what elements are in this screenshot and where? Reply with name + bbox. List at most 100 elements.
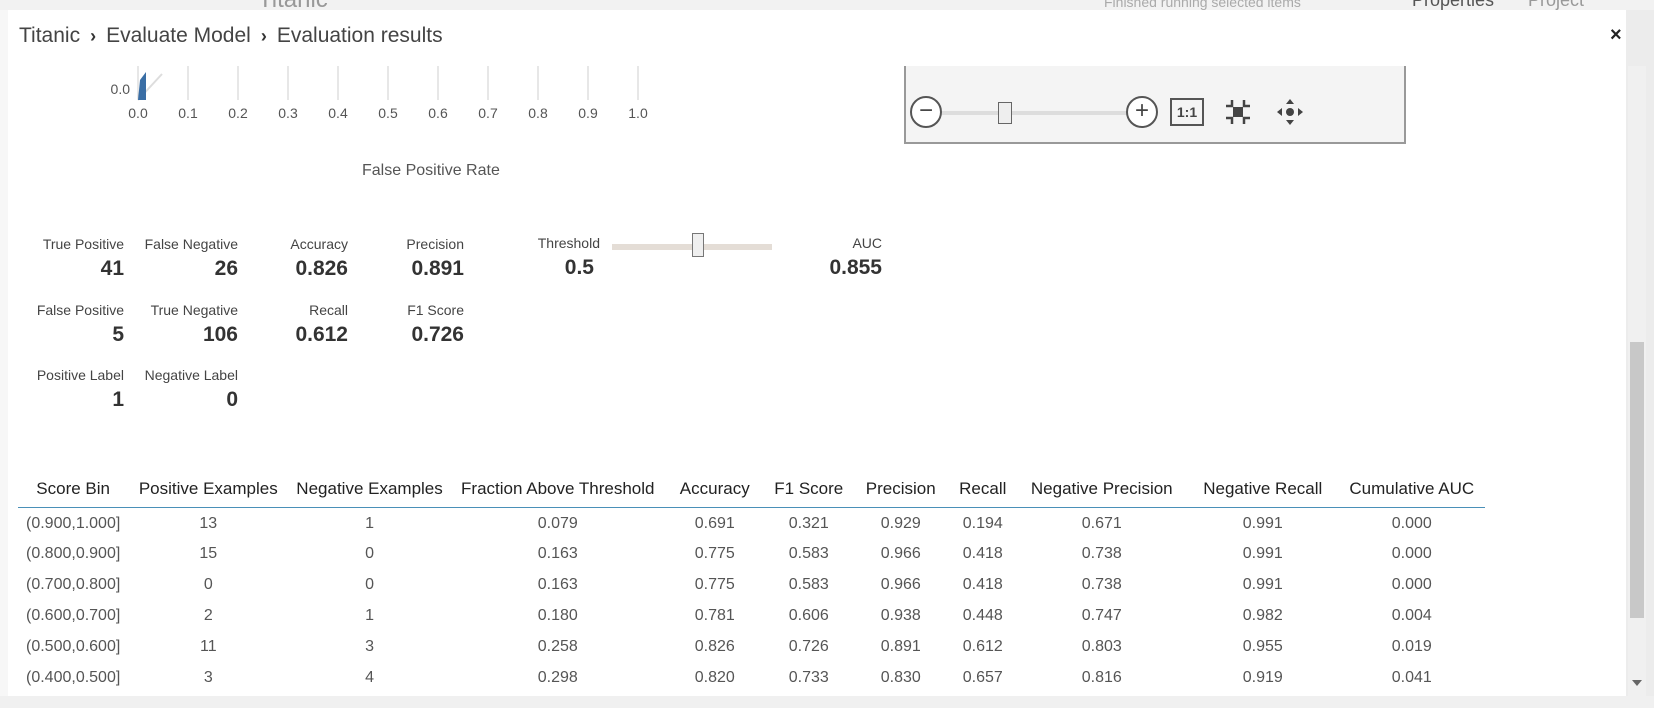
metric-true-negative: True Negative 106 [130, 302, 238, 347]
table-row: (0.400,0.500] 3 4 0.298 0.820 0.733 0.830 0.657… [18, 662, 1485, 693]
table-cell: 0.180 [537, 606, 578, 624]
background-toolbar: Titanic Finished running selected items … [0, 0, 1654, 10]
background-tab-properties[interactable]: Properties [1412, 0, 1494, 10]
column-header[interactable]: Recall [948, 472, 1017, 508]
table-cell: 0.671 [1081, 515, 1122, 533]
table-cell: 2 [203, 606, 213, 624]
table-cell: 0.738 [1081, 575, 1122, 593]
table-cell: (0.600,0.700] [26, 606, 121, 624]
evaluation-results-dialog: Titanic › Evaluate Model › Evaluation re… [8, 10, 1626, 696]
threshold-results-table: Score Bin Positive Examples Negative Examp… [18, 472, 1485, 693]
column-header[interactable]: F1 Score [764, 472, 853, 508]
chevron-right-icon: › [260, 25, 267, 46]
background-status: Finished running selected items [1104, 0, 1301, 10]
close-icon[interactable]: × [1610, 24, 1622, 47]
table-cell: 0.919 [1242, 668, 1283, 686]
table-cell: 0.448 [962, 606, 1003, 624]
breadcrumb-item-evaluate-model[interactable]: Evaluate Model [106, 24, 251, 48]
column-header[interactable]: Negative Examples [288, 472, 451, 508]
roc-x-tick-label: 0.4 [328, 105, 348, 121]
roc-x-tick-label: 0.2 [228, 105, 248, 121]
column-header[interactable]: Negative Precision [1016, 472, 1187, 508]
metric-label: True Positive [42, 236, 124, 252]
metric-label: Accuracy [290, 236, 348, 252]
table-header-row: Score Bin Positive Examples Negative Examp… [18, 472, 1485, 508]
zoom-out-icon[interactable]: − [910, 96, 942, 128]
actual-size-button[interactable]: 1:1 [1170, 98, 1204, 126]
metric-value: 106 [202, 323, 238, 346]
scroll-down-arrow-icon[interactable] [1632, 680, 1642, 686]
metric-false-positive: False Positive 5 [24, 302, 124, 347]
metric-label: Negative Label [144, 367, 238, 383]
roc-curve [138, 72, 146, 100]
chart-viewer-panel: − + 1:1 [904, 66, 1406, 144]
table-cell: 3 [365, 637, 374, 655]
table-row: (0.900,1.000] 13 1 0.079 0.691 0.321 0.929 0.19… [18, 507, 1485, 538]
table-cell: (0.400,0.500] [26, 668, 121, 686]
scrollbar-thumb[interactable] [1630, 342, 1644, 618]
background-title: Titanic [258, 0, 328, 10]
metric-true-positive: True Positive 41 [34, 236, 124, 281]
table-cell: 0.991 [1242, 544, 1283, 562]
vertical-scrollbar[interactable] [1628, 66, 1646, 696]
table-cell: 1 [365, 515, 374, 533]
table-cell: 0.418 [962, 575, 1003, 593]
table-cell: 0.991 [1242, 515, 1283, 533]
roc-chart: 0.0 0.1 0.2 0.3 0.4 0.5 0.6 0.7 0.8 0.9 1.0 0.0 Fal… [8, 66, 708, 196]
table-cell: 13 [199, 515, 218, 533]
table-cell: 3 [203, 668, 213, 686]
table-cell: 0.726 [788, 637, 829, 655]
table-cell: 0.258 [537, 637, 578, 655]
table-cell: 0.163 [537, 575, 578, 593]
metric-label: Threshold [537, 235, 600, 251]
column-header[interactable]: Negative Recall [1186, 472, 1339, 508]
table-cell: 0.803 [1081, 637, 1122, 655]
metric-label: True Negative [150, 302, 238, 318]
table-cell: 0 [365, 544, 374, 562]
breadcrumb-item-titanic[interactable]: Titanic [19, 24, 80, 48]
pan-icon[interactable] [1276, 98, 1304, 126]
threshold-slider-handle[interactable] [692, 233, 704, 257]
table-cell: 0.781 [694, 606, 735, 624]
table-cell: 0.830 [880, 668, 921, 686]
column-header[interactable]: Positive Examples [128, 472, 289, 508]
roc-y-tick-label: 0.0 [111, 81, 131, 97]
zoom-in-icon[interactable]: + [1126, 96, 1158, 128]
roc-x-tick-label: 1.0 [628, 105, 648, 121]
metric-value: 0.726 [411, 323, 464, 346]
table-cell: 0.991 [1242, 575, 1283, 593]
metric-false-negative: False Negative 26 [130, 236, 238, 281]
table-cell: 0.982 [1242, 606, 1283, 624]
column-header[interactable]: Cumulative AUC [1338, 472, 1485, 508]
metric-label: Precision [406, 236, 464, 252]
table-cell: 0.657 [962, 668, 1003, 686]
metric-value: 1 [112, 388, 124, 411]
column-header[interactable]: Score Bin [18, 472, 129, 508]
table-cell: 0.612 [962, 637, 1003, 655]
column-header[interactable]: Fraction Above Threshold [450, 472, 665, 508]
table-cell: 0 [365, 575, 374, 593]
metric-value: 0.612 [295, 323, 348, 346]
metric-value: 5 [112, 323, 124, 346]
table-cell: (0.900,1.000] [26, 515, 121, 533]
roc-chart-svg: 0.0 0.1 0.2 0.3 0.4 0.5 0.6 0.7 0.8 0.9 1.0 0.0 [111, 66, 648, 121]
metric-negative-label: Negative Label 0 [130, 367, 238, 412]
table-cell: 0.000 [1391, 575, 1432, 593]
table-cell: 0.966 [880, 544, 921, 562]
table-cell: (0.800,0.900] [26, 544, 121, 562]
metric-f1-score: F1 Score 0.726 [374, 302, 464, 347]
zoom-slider-track[interactable] [942, 111, 1128, 115]
metric-value: 0.5 [564, 256, 594, 279]
roc-x-tick-label: 0.3 [278, 105, 298, 121]
background-left-panel [0, 10, 8, 708]
column-header[interactable]: Precision [852, 472, 949, 508]
table-cell: 0.820 [694, 668, 735, 686]
table-cell: 0.955 [1242, 637, 1283, 655]
table-cell: 0.000 [1391, 515, 1432, 533]
column-header[interactable]: Accuracy [664, 472, 765, 508]
fit-to-screen-icon[interactable] [1224, 98, 1252, 126]
table-cell: 0.194 [962, 515, 1003, 533]
background-tab-project[interactable]: Project [1528, 0, 1584, 10]
zoom-slider-handle[interactable] [998, 102, 1012, 124]
table-row: (0.500,0.600] 11 3 0.258 0.826 0.726 0.891 0.61… [18, 631, 1485, 662]
